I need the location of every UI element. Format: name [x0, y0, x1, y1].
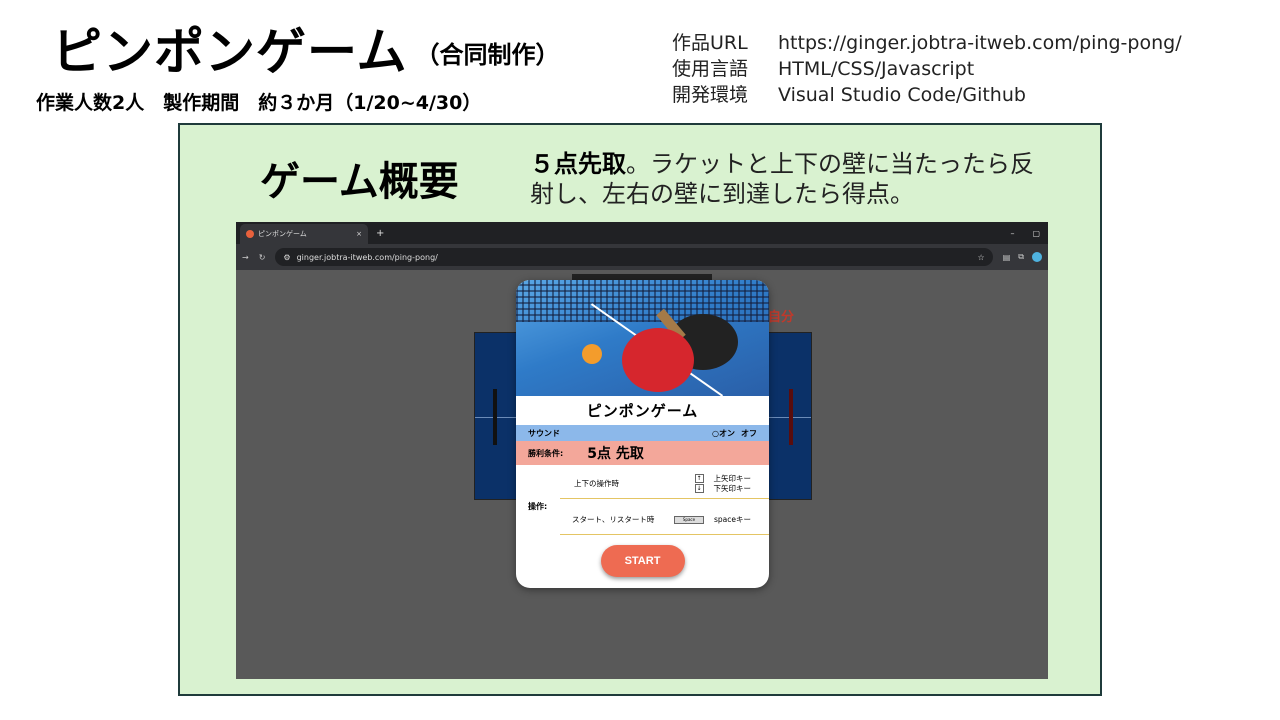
profile-avatar[interactable] — [1032, 252, 1042, 262]
win-label: 勝利条件: — [528, 448, 564, 458]
left-paddle — [493, 389, 497, 445]
sound-row: サウンド ○オン オフ — [516, 425, 769, 441]
toolbar-icons: ▤ ⧉ — [1003, 252, 1042, 262]
arrow-key-icons: ↑ ↓ — [694, 474, 704, 493]
url-text: ginger.jobtra-itweb.com/ping-pong/ — [296, 252, 438, 262]
sound-label: サウンド — [528, 428, 560, 438]
arrow-key-desc: 上矢印キー 下矢印キー — [714, 474, 752, 494]
tab-title: ピンポンゲーム — [258, 230, 307, 238]
space-key-icon: Space — [673, 515, 704, 524]
info-key: 開発環境 — [672, 84, 749, 106]
red-paddle-graphic — [622, 328, 694, 392]
new-tab-button[interactable]: + — [376, 228, 384, 239]
hero-image — [516, 280, 769, 396]
win-condition-row: 勝利条件: 5点 先取 — [516, 441, 769, 465]
right-paddle — [789, 389, 793, 445]
sound-off-radio[interactable]: オフ — [741, 428, 757, 439]
address-bar[interactable]: ⚙ ginger.jobtra-itweb.com/ping-pong/ ☆ — [275, 248, 993, 266]
win-value: 5点 先取 — [587, 446, 644, 462]
space-key-desc: spaceキー — [713, 515, 751, 524]
sound-options: ○オン オフ — [712, 428, 757, 439]
info-value-url[interactable]: https://ginger.jobtra-itweb.com/ping-pon… — [778, 30, 1182, 56]
reload-icon[interactable]: ↻ — [259, 253, 266, 262]
controls-label: 操作: — [528, 502, 548, 511]
overview-title: ゲーム概要 — [260, 159, 459, 205]
controls-section: 操作: 上下の操作時 ↑ ↓ 上矢印キー 下矢印キー スタート、リスタート時 S… — [516, 465, 769, 539]
bookmark-star-icon[interactable]: ☆ — [978, 253, 985, 262]
page-title: ピンポンゲーム （合同制作） — [52, 22, 560, 85]
up-key-desc: 上矢印キー — [713, 473, 752, 483]
info-key: 作品URL — [672, 32, 748, 54]
updown-row: 上下の操作時 ↑ ↓ 上矢印キー 下矢印キー — [560, 469, 769, 499]
info-value: Visual Studio Code/Github — [778, 84, 1026, 106]
tab-close-icon[interactable]: × — [356, 230, 362, 238]
info-key: 使用言語 — [672, 58, 749, 80]
down-key-desc: 下矢印キー — [713, 483, 752, 493]
sound-on-radio[interactable]: ○オン — [712, 428, 735, 439]
browser-screenshot: ピンポンゲーム × + – ▢ → ↻ ⚙ ginger.jobtra-itwe… — [236, 222, 1048, 679]
title-text: ピンポンゲーム — [52, 23, 408, 81]
site-settings-icon[interactable]: ⚙ — [283, 253, 290, 262]
reader-icon[interactable]: ▤ — [1003, 253, 1011, 262]
info-row-environment: 開発環境 Visual Studio Code/Github — [672, 82, 1182, 108]
info-value: HTML/CSS/Javascript — [778, 58, 975, 80]
start-key-label: スタート、リスタート時 — [572, 515, 655, 524]
browser-tabbar: ピンポンゲーム × + – ▢ — [236, 222, 1048, 244]
arrow-keys: ↑ ↓ 上矢印キー 下矢印キー — [694, 474, 770, 494]
space-key: Space spaceキー — [673, 514, 769, 525]
extensions-icon[interactable]: ⧉ — [1018, 252, 1024, 262]
overview-panel: ゲーム概要 ５点先取。ラケットと上下の壁に当たったら反射し、左右の壁に到達したら… — [178, 123, 1102, 696]
overview-description: ５点先取。ラケットと上下の壁に当たったら反射し、左右の壁に到達したら得点。 — [530, 149, 1050, 209]
start-button[interactable]: START — [600, 545, 685, 577]
overview-highlight: ５点先取 — [530, 150, 626, 178]
start-row: スタート、リスタート時 Space spaceキー — [560, 505, 769, 535]
favicon-icon — [246, 230, 254, 238]
down-arrow-key-icon: ↓ — [694, 484, 704, 493]
up-arrow-key-icon: ↑ — [694, 474, 704, 483]
slide: ピンポンゲーム （合同制作） 作業人数2人 製作期間 約３か月（1/20~4/30… — [0, 0, 1280, 720]
info-row-language: 使用言語 HTML/CSS/Javascript — [672, 56, 1182, 82]
info-block: 作品URL https://ginger.jobtra-itweb.com/pi… — [672, 30, 1182, 108]
modal-title: ピンポンゲーム — [586, 402, 699, 420]
start-modal: ピンポンゲーム サウンド ○オン オフ 勝利条件: 5点 先取 操作: 上下の操… — [516, 280, 769, 588]
start-wrapper: START — [516, 545, 769, 577]
title-suffix: （合同制作） — [415, 41, 560, 69]
player-label: 自分 — [768, 310, 795, 325]
forward-icon[interactable]: → — [242, 253, 249, 262]
browser-toolbar: → ↻ ⚙ ginger.jobtra-itweb.com/ping-pong/… — [236, 244, 1048, 270]
minimize-icon[interactable]: – — [1010, 229, 1014, 238]
restore-icon[interactable]: ▢ — [1032, 229, 1040, 238]
updown-label: 上下の操作時 — [574, 479, 619, 488]
net-graphic — [516, 280, 769, 322]
project-meta: 作業人数2人 製作期間 約３か月（1/20~4/30） — [36, 92, 482, 114]
ball-graphic — [582, 344, 602, 364]
browser-tab[interactable]: ピンポンゲーム × — [240, 224, 368, 244]
window-controls: – ▢ — [1010, 229, 1048, 238]
info-row-url: 作品URL https://ginger.jobtra-itweb.com/pi… — [672, 30, 1182, 56]
